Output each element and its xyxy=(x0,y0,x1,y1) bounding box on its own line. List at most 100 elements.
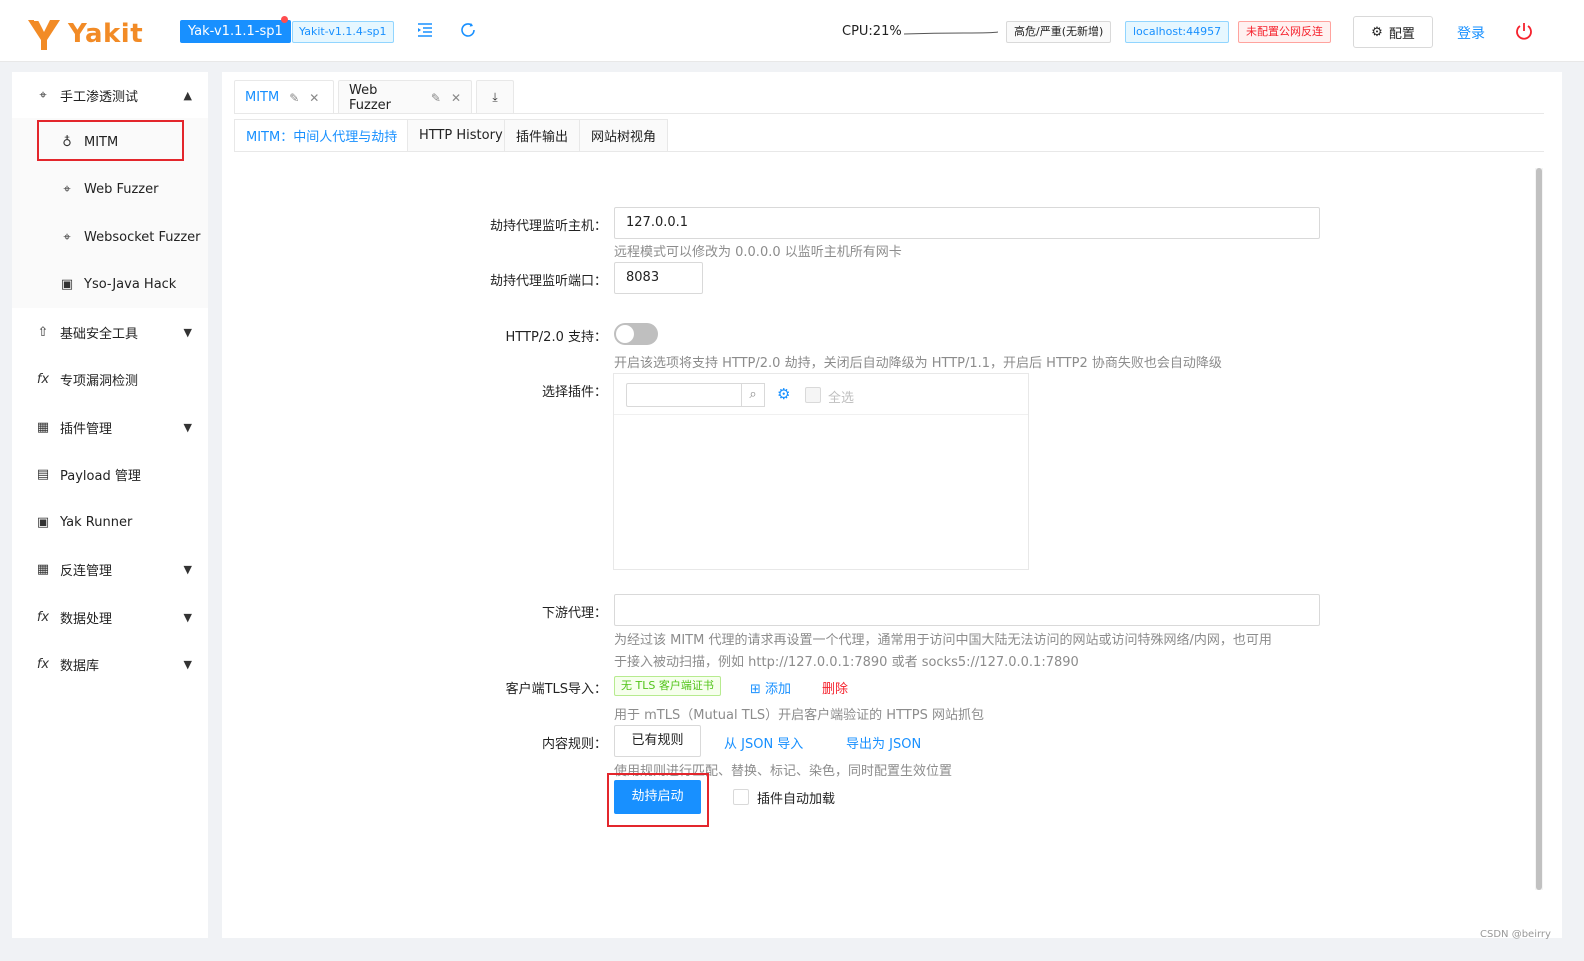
chevron-down-icon: ▼ xyxy=(183,610,192,624)
host-input[interactable]: 127.0.0.1 xyxy=(614,207,1320,239)
sidebar-item-data-processing[interactable]: fx 数据处理 ▼ xyxy=(12,594,208,640)
tab-add[interactable]: ⤓ xyxy=(476,80,514,114)
app-name: Yakit xyxy=(68,19,144,49)
gear-icon[interactable]: ⚙ xyxy=(777,385,790,403)
scrollbar-thumb[interactable] xyxy=(1536,168,1542,890)
sidebar-item-label: Payload 管理 xyxy=(60,468,141,484)
yak-version-badge[interactable]: Yak-v1.1.1-sp1 xyxy=(180,20,291,43)
chevron-down-icon: ▼ xyxy=(183,562,192,576)
sidebar-item-label: Yso-Java Hack xyxy=(84,276,177,292)
port-label: 劫持代理监听端口： xyxy=(489,274,607,289)
sidebar-item-label: 专项漏洞检测 xyxy=(60,373,139,389)
sidebar-item-reverse-manage[interactable]: ▦ 反连管理 ▼ xyxy=(12,546,208,592)
sidebar-item-label: 反连管理 xyxy=(60,563,113,579)
download-icon: ⤓ xyxy=(492,90,498,104)
edit-icon[interactable]: ✎ xyxy=(431,91,441,105)
plugin-label: 选择插件： xyxy=(541,385,607,400)
power-icon[interactable] xyxy=(1514,21,1534,46)
tab-mitm-proxy[interactable]: MITM：中间人代理与劫持 xyxy=(234,119,410,151)
mitm-highlight-box xyxy=(37,120,184,161)
close-icon[interactable]: ✕ xyxy=(309,91,319,105)
tls-add-link[interactable]: ⊞ 添加 xyxy=(750,678,791,697)
plugin-select-header: ⌕ ⚙ 全选 xyxy=(614,374,1028,415)
sidebar-item-payload[interactable]: ▤ Payload 管理 xyxy=(12,451,208,497)
sidebar-item-basic-tools[interactable]: ⇧ 基础安全工具 ▼ xyxy=(12,309,208,355)
proxy-label: 下游代理： xyxy=(541,606,607,621)
tab-web-fuzzer[interactable]: Web Fuzzer ✎ ✕ xyxy=(338,80,472,114)
yakit-logo-icon xyxy=(28,19,60,50)
tls-delete-link[interactable]: 删除 xyxy=(822,678,848,697)
existing-rules-button[interactable]: 已有规则 xyxy=(614,725,701,757)
sidebar-item-yso-java-hack[interactable]: ▣ Yso-Java Hack xyxy=(12,261,208,307)
sidebar-item-label: 手工渗透测试 xyxy=(60,89,139,105)
chevron-down-icon: ▼ xyxy=(183,657,192,671)
watermark: CSDN @beirry xyxy=(1480,929,1551,940)
proxy-input[interactable] xyxy=(614,594,1320,626)
sidebar-item-manual-pentest[interactable]: ⌖ 手工渗透测试 ▲ xyxy=(12,72,208,118)
close-icon[interactable]: ✕ xyxy=(451,91,461,105)
port-input[interactable]: 8083 xyxy=(614,262,703,294)
sidebar-item-vuln-detection[interactable]: fx 专项漏洞检测 xyxy=(12,356,208,402)
fx-icon: fx xyxy=(36,609,50,625)
grid-icon: ▦ xyxy=(36,561,50,577)
tab-label: 网站树视角 xyxy=(591,130,657,145)
sidebar-item-label: 数据库 xyxy=(60,658,100,674)
select-all-checkbox[interactable] xyxy=(805,387,821,403)
search-icon[interactable]: ⌕ xyxy=(741,383,765,407)
crosshair-icon: ⌖ xyxy=(63,181,71,197)
sidebar-item-plugin-manage[interactable]: ▦ 插件管理 ▼ xyxy=(12,404,208,450)
http2-label: HTTP/2.0 支持： xyxy=(505,330,607,345)
tab-label: Web Fuzzer xyxy=(349,82,391,113)
http2-help: 开启该选项将支持 HTTP/2.0 劫持，关闭后自动降级为 HTTP/1.1，开… xyxy=(614,356,1222,371)
edit-icon[interactable]: ✎ xyxy=(289,91,299,105)
sidebar-item-label: 基础安全工具 xyxy=(60,326,139,342)
file-icon: ▤ xyxy=(36,466,50,482)
host-help: 远程模式可以修改为 0.0.0.0 以监听主机所有网卡 xyxy=(614,245,902,260)
fx-icon: fx xyxy=(36,656,50,672)
risk-tag[interactable]: 高危/严重(无新增) xyxy=(1006,21,1112,43)
sidebar-item-database[interactable]: fx 数据库 ▼ xyxy=(12,641,208,687)
select-all-label: 全选 xyxy=(828,391,855,406)
tab-http-history[interactable]: HTTP History xyxy=(407,119,515,151)
login-link[interactable]: 登录 xyxy=(1457,23,1485,43)
config-label: 配置 xyxy=(1388,26,1415,42)
host-tag[interactable]: localhost:44957 xyxy=(1125,21,1230,43)
reverse-connection-tag[interactable]: 未配置公网反连 xyxy=(1238,21,1331,43)
tab-label: MITM xyxy=(245,90,280,105)
export-json-link[interactable]: 导出为 JSON xyxy=(846,733,921,752)
crosshair-icon: ⌖ xyxy=(39,87,47,103)
crosshair-icon: ⌖ xyxy=(63,229,71,245)
sidebar-item-label: Yak Runner xyxy=(60,514,133,530)
subtab-divider xyxy=(234,151,1544,152)
sidebar-item-yak-runner[interactable]: ▣ Yak Runner xyxy=(12,499,208,545)
chevron-down-icon: ▼ xyxy=(183,325,192,339)
config-button[interactable]: ⚙ 配置 xyxy=(1353,16,1433,48)
sidebar-item-label: Websocket Fuzzer xyxy=(84,229,201,245)
plugin-select-box: ⌕ ⚙ 全选 xyxy=(613,373,1029,570)
tab-site-tree[interactable]: 网站树视角 xyxy=(579,119,669,151)
sidebar-item-web-fuzzer[interactable]: ⌖ Web Fuzzer xyxy=(12,166,208,212)
tab-label: MITM：中间人代理与劫持 xyxy=(246,130,398,145)
http2-toggle[interactable] xyxy=(614,323,658,345)
chevron-up-icon: ▲ xyxy=(183,88,192,102)
tab-mitm[interactable]: MITM ✎ ✕ xyxy=(234,80,334,114)
refresh-icon[interactable] xyxy=(459,21,477,44)
plugin-search-input[interactable] xyxy=(626,383,742,407)
tab-plugin-output[interactable]: 插件输出 xyxy=(504,119,581,151)
tls-status-tag: 无 TLS 客户端证书 xyxy=(614,676,721,696)
rocket-icon: ⇧ xyxy=(37,324,49,340)
start-highlight-box xyxy=(607,773,709,827)
sidebar-item-label: Web Fuzzer xyxy=(84,181,159,197)
auto-load-label: 插件自动加载 xyxy=(757,792,836,807)
main-panel: MITM ✎ ✕ Web Fuzzer ✎ ✕ ⤓ MITM：中间人代理与劫持 … xyxy=(222,72,1562,938)
sidebar-item-label: 数据处理 xyxy=(60,611,113,627)
gear-icon: ⚙ xyxy=(1371,24,1383,40)
menu-indent-icon[interactable] xyxy=(416,21,434,44)
sidebar-item-label: 插件管理 xyxy=(60,421,113,437)
app-logo: Yakit xyxy=(26,14,143,54)
tab-label: HTTP History xyxy=(419,128,503,143)
import-json-link[interactable]: 从 JSON 导入 xyxy=(724,733,803,752)
sidebar-item-websocket-fuzzer[interactable]: ⌖ Websocket Fuzzer xyxy=(12,214,208,260)
auto-load-checkbox[interactable] xyxy=(733,789,749,805)
yakit-version-badge[interactable]: Yakit-v1.1.4-sp1 xyxy=(292,21,394,43)
